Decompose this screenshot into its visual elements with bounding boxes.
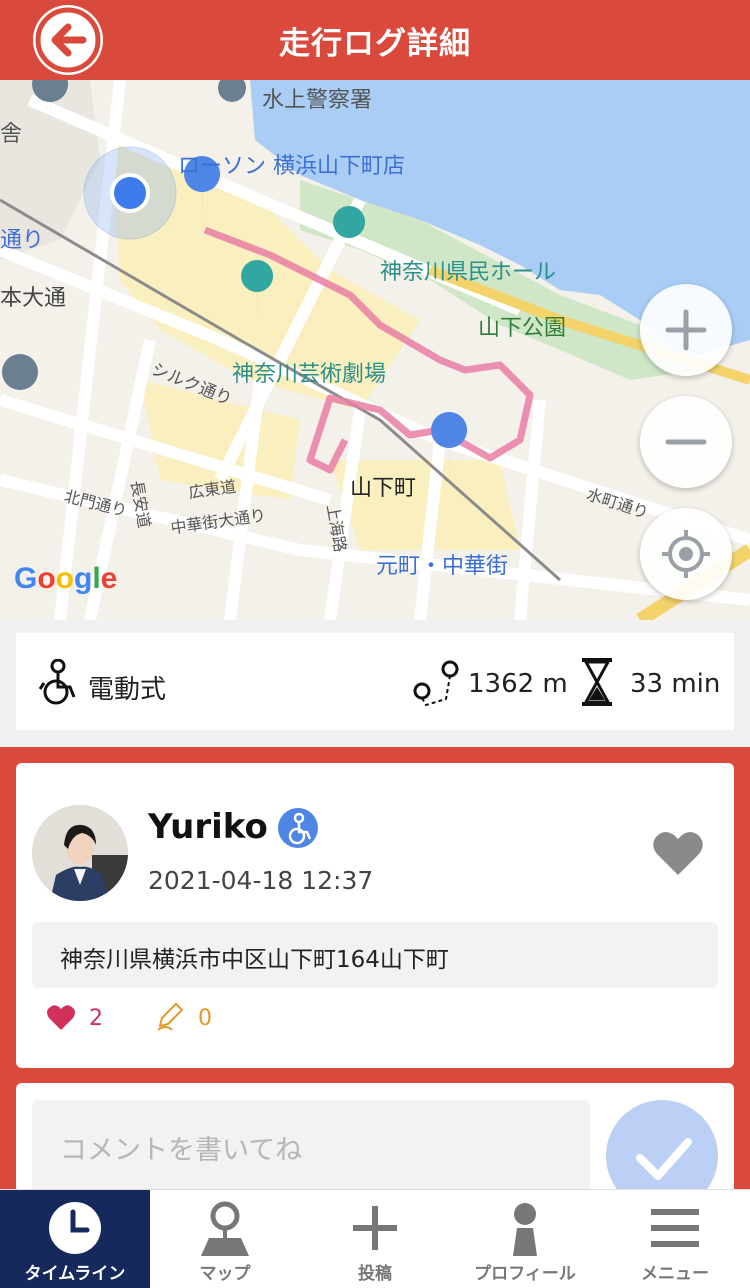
- map-label-lawson: ローソン 横浜山下町店: [178, 154, 405, 179]
- tab-post[interactable]: 投稿: [300, 1190, 450, 1288]
- menu-icon: [651, 1209, 699, 1247]
- person-icon: [513, 1203, 537, 1256]
- tab-label: タイムライン: [24, 1264, 126, 1284]
- submit-comment-button[interactable]: [606, 1100, 718, 1193]
- map-label-police: 水上警察署: [262, 88, 373, 113]
- clock-icon: [49, 1202, 101, 1254]
- mode-label: 電動式: [88, 675, 167, 705]
- wheelchair-icon: [288, 812, 312, 845]
- bottom-tab-bar: タイムライン マップ 投稿 プロフィール メニュー: [0, 1189, 750, 1288]
- tab-profile[interactable]: プロフィール: [450, 1190, 600, 1288]
- user-avatar-image: [32, 805, 128, 901]
- google-logo: Google: [14, 562, 118, 595]
- map-label-park: 山下公園: [478, 316, 567, 341]
- map-pin-icon: [201, 1201, 249, 1256]
- post-username[interactable]: Yuriko: [148, 807, 268, 847]
- heart-icon[interactable]: [652, 829, 704, 877]
- post-timestamp: 2021-04-18 12:37: [148, 866, 374, 895]
- map-label-theater: 神奈川芸術劇場: [232, 362, 387, 387]
- tab-map[interactable]: マップ: [150, 1190, 300, 1288]
- comment-count: 0: [198, 1006, 212, 1031]
- map-label-hall: 神奈川県民ホール: [380, 260, 557, 285]
- stats-bar: 電動式 1362 m 33 min: [16, 633, 734, 730]
- like-count: 2: [89, 1006, 103, 1031]
- tab-label: プロフィール: [474, 1264, 576, 1284]
- plus-icon: [665, 309, 707, 351]
- like-heart-icon[interactable]: [46, 1003, 76, 1031]
- locate-button[interactable]: [640, 508, 732, 600]
- comment-pencil-icon[interactable]: [156, 1002, 184, 1032]
- map-label-sha: 舎: [0, 122, 23, 147]
- map-label-hondori: 本大通: [0, 286, 67, 311]
- address-text: 神奈川県横浜市中区山下町164山下町: [60, 947, 449, 973]
- avatar[interactable]: [32, 805, 128, 901]
- plus-icon: [353, 1206, 397, 1250]
- zoom-out-button[interactable]: [640, 396, 732, 488]
- comment-card: [16, 1083, 734, 1193]
- checkmark-icon: [636, 1138, 692, 1180]
- duration-value: 33 min: [630, 669, 721, 699]
- tab-label: 投稿: [358, 1264, 392, 1284]
- route-map[interactable]: 水上警察署 舎 ローソン 横浜山下町店 通り 神奈川県民ホール 本大通 山下公園…: [0, 80, 750, 620]
- route-distance-icon: [413, 660, 459, 707]
- tab-label: メニュー: [641, 1264, 709, 1284]
- comment-input[interactable]: [32, 1100, 590, 1193]
- distance-value: 1362 m: [468, 669, 568, 699]
- zoom-in-button[interactable]: [640, 284, 732, 376]
- page-title: 走行ログ詳細: [279, 26, 471, 62]
- mode-badge: [278, 808, 318, 848]
- post-card: Yuriko 2021-04-18 12:37 神奈川県横浜市中区山下町164山…: [16, 763, 734, 1068]
- crosshair-icon: [662, 530, 710, 578]
- app-header: 走行ログ詳細: [0, 0, 750, 80]
- minus-icon: [665, 439, 707, 445]
- map-label-yamashita: 山下町: [350, 476, 417, 501]
- wheelchair-icon: [38, 659, 76, 705]
- tab-label: マップ: [199, 1264, 251, 1284]
- tab-timeline[interactable]: タイムライン: [0, 1190, 150, 1288]
- hourglass-icon: [582, 658, 612, 706]
- address-box: 神奈川県横浜市中区山下町164山下町: [32, 922, 718, 988]
- map-label-motomachi: 元町・中華街: [376, 554, 509, 579]
- map-label-dori: 通り: [0, 228, 45, 253]
- tab-menu[interactable]: メニュー: [600, 1190, 750, 1288]
